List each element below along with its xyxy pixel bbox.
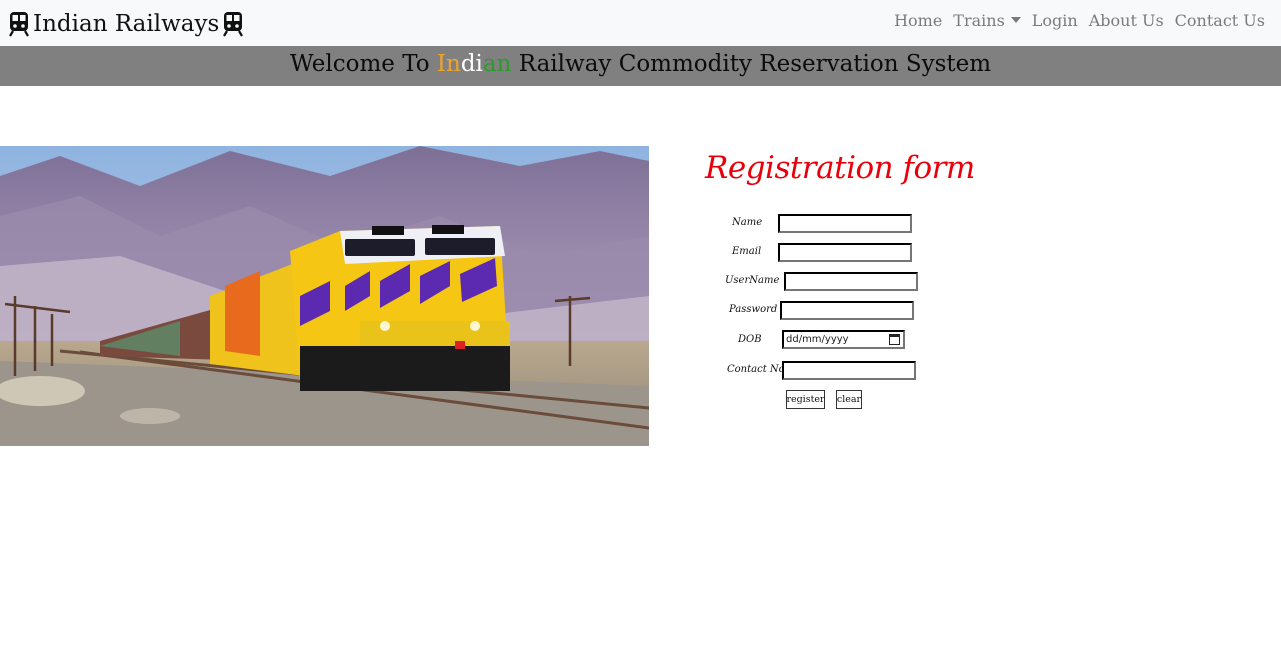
caret-down-icon <box>1010 17 1021 23</box>
india-part-saffron: In <box>436 51 461 77</box>
email-label: Email <box>732 246 762 257</box>
india-part-white: di <box>460 51 483 77</box>
hero-train-image <box>0 146 649 446</box>
calendar-icon[interactable] <box>889 334 900 345</box>
nav-login[interactable]: Login <box>1032 11 1078 30</box>
welcome-suffix: Railway Commodity Reservation System <box>511 51 992 77</box>
nav-about[interactable]: About Us <box>1089 11 1164 30</box>
name-field[interactable] <box>778 214 912 233</box>
contact-field[interactable] <box>782 361 916 380</box>
contact-label: Contact No. <box>727 364 788 375</box>
nav-links: Home Trains Login About Us Contact Us <box>894 11 1265 30</box>
register-button[interactable]: register <box>786 390 825 409</box>
train-icon <box>223 12 244 37</box>
nav-home[interactable]: Home <box>894 11 942 30</box>
navbar: Indian Railways Home Trains Login About … <box>0 0 1281 46</box>
nav-contact[interactable]: Contact Us <box>1175 11 1265 30</box>
dob-date-input[interactable]: dd/mm/yyyy <box>782 330 905 349</box>
password-field[interactable] <box>780 301 914 320</box>
dob-label: DOB <box>738 334 762 345</box>
registration-form-title: Registration form <box>705 150 975 186</box>
dob-placeholder: dd/mm/yyyy <box>786 334 849 345</box>
train-icon <box>9 12 29 37</box>
password-label: Password <box>729 304 778 315</box>
welcome-banner: Welcome To Indian Railway Commodity Rese… <box>0 46 1281 86</box>
india-part-green: an <box>482 51 512 77</box>
brand-text: Indian Railways <box>33 11 220 37</box>
clear-button[interactable]: clear <box>836 390 862 409</box>
welcome-text: Welcome To Indian Railway Commodity Rese… <box>290 51 991 77</box>
brand[interactable]: Indian Railways <box>8 8 244 40</box>
username-label: UserName <box>725 275 780 286</box>
name-label: Name <box>732 217 763 228</box>
username-field[interactable] <box>784 272 918 291</box>
nav-trains-label: Trains <box>953 11 1005 30</box>
nav-trains-dropdown[interactable]: Trains <box>953 11 1021 30</box>
welcome-prefix: Welcome To <box>290 51 437 77</box>
email-field[interactable] <box>778 243 912 262</box>
